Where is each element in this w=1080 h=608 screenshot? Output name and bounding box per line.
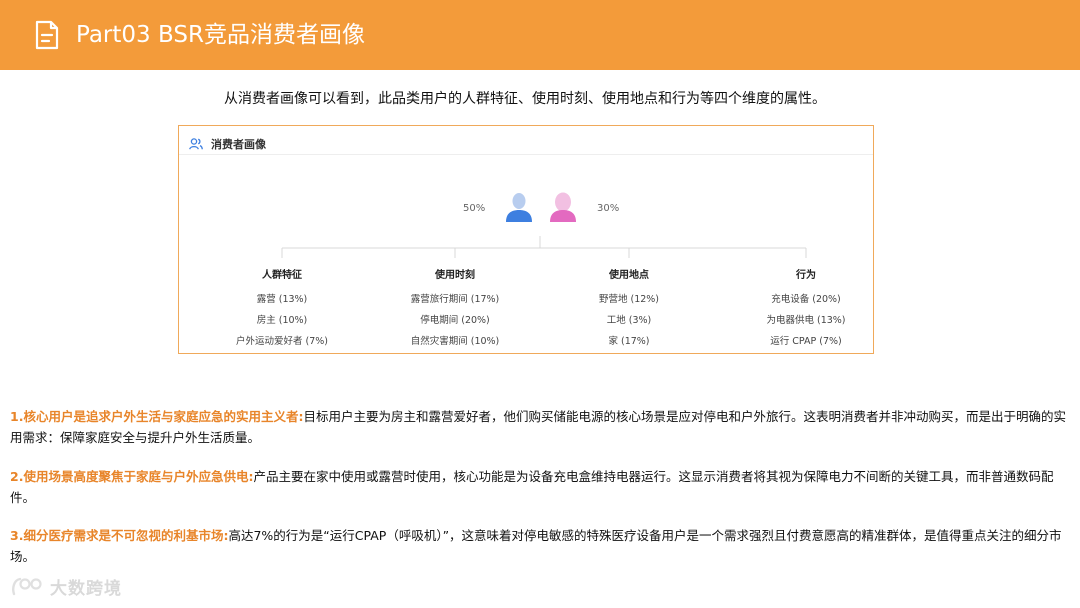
- column-item: 露营 (13%): [256, 294, 308, 305]
- column-demographics: 人群特征 露营 (13%) 房主 (10%) 户外运动爱好者 (7%): [197, 266, 367, 352]
- finding-1: 1.核心用户是追求户外生活与家庭应急的实用主义者:目标用户主要为房主和露营爱好者…: [10, 406, 1070, 448]
- finding-title: 1.核心用户是追求户外生活与家庭应急的实用主义者:: [10, 409, 304, 424]
- column-heading: 人群特征: [262, 270, 302, 281]
- column-usage-location: 使用地点 野营地 (12%) 工地 (3%) 家 (17%): [544, 266, 714, 352]
- column-item: 家 (17%): [608, 336, 650, 347]
- column-usage-time: 使用时刻 露营旅行期间 (17%) 停电期间 (20%) 自然灾害期间 (10%…: [370, 266, 540, 352]
- finding-2: 2.使用场景高度聚焦于家庭与户外应急供电:产品主要在家中使用或露营时使用，核心功…: [10, 466, 1070, 508]
- consumer-profile-card: 消费者画像 50% 30% 人群特征 露营 (13%) 房主 (10%) 户外运…: [178, 125, 874, 354]
- column-item: 房主 (10%): [256, 315, 308, 326]
- column-heading: 使用地点: [609, 270, 649, 281]
- column-item: 野营地 (12%): [598, 294, 660, 305]
- watermark-text: 大数跨境: [50, 579, 122, 599]
- column-heading: 行为: [796, 270, 816, 281]
- column-item: 自然灾害期间 (10%): [410, 336, 500, 347]
- column-item: 充电设备 (20%): [771, 294, 841, 305]
- intro-text: 从消费者画像可以看到，此品类用户的人群特征、使用时刻、使用地点和行为等四个维度的…: [224, 91, 826, 107]
- brand-logo-icon: [12, 577, 42, 595]
- column-heading: 使用时刻: [435, 270, 475, 281]
- column-item: 工地 (3%): [606, 315, 652, 326]
- finding-title: 2.使用场景高度聚焦于家庭与户外应急供电:: [10, 469, 254, 484]
- page-header: Part03 BSR竞品消费者画像: [0, 0, 1080, 70]
- column-behavior: 行为 充电设备 (20%) 为电器供电 (13%) 运行 CPAP (7%): [721, 266, 891, 352]
- column-item: 停电期间 (20%): [420, 315, 490, 326]
- page-title: Part03 BSR竞品消费者画像: [76, 22, 365, 48]
- column-item: 户外运动爱好者 (7%): [235, 336, 328, 347]
- column-item: 露营旅行期间 (17%): [410, 294, 500, 305]
- document-icon: [35, 20, 59, 50]
- watermark-logo: 大数跨境: [10, 574, 122, 599]
- column-item: 运行 CPAP (7%): [770, 336, 842, 347]
- finding-title: 3.细分医疗需求是不可忽视的利基市场:: [10, 528, 229, 543]
- column-item: 为电器供电 (13%): [766, 315, 846, 326]
- finding-3: 3.细分医疗需求是不可忽视的利基市场:高达7%的行为是“运行CPAP（呼吸机）”…: [10, 525, 1070, 567]
